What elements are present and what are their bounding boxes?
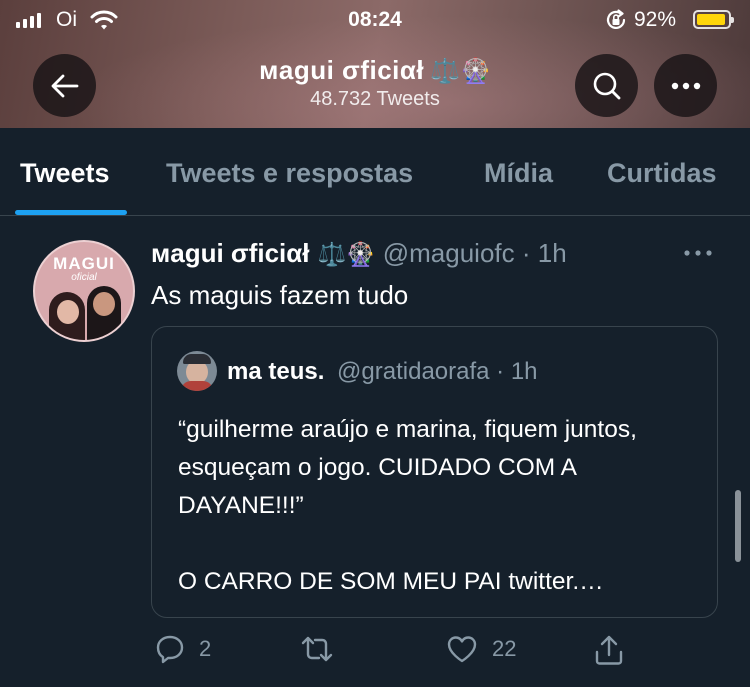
tweet-handle-time[interactable]: @maguiofc · 1h [383, 238, 567, 269]
retweet-icon [301, 636, 333, 662]
profile-header: Oi 08:24 92% ᴍagui σficiαł ⚖️🎡 48.732 Tw… [0, 0, 750, 128]
tweet-actions: 2 22 [0, 634, 750, 678]
quoted-tweet-text: “guilherme araújo e marina, fiquem junto… [178, 416, 637, 595]
tab-tweets-and-replies[interactable]: Tweets e respostas [166, 158, 413, 189]
tab-likes[interactable]: Curtidas [607, 158, 717, 189]
battery-percentage: 92% [634, 8, 677, 31]
share-icon [595, 635, 623, 665]
tweet-more-button[interactable] [683, 244, 713, 262]
tweet-text: As maguis fazem tudo [151, 280, 409, 310]
tweet-author-emoji: ⚖️🎡 [317, 241, 375, 267]
quoted-tweet-header: ma teus. @gratidaorafa · 1h [227, 358, 538, 386]
tab-media[interactable]: Mídia [484, 158, 553, 189]
quoted-author-name: ma teus. [227, 358, 325, 385]
search-button[interactable] [575, 54, 638, 117]
tweet-header: ᴍagui σficiαł ⚖️🎡 @maguiofc · 1h [151, 238, 567, 269]
more-options-button[interactable] [654, 54, 717, 117]
avatar-logo-text: MAGUI [53, 254, 115, 273]
quoted-handle-time: @gratidaorafa · 1h [337, 358, 538, 385]
tab-tweets[interactable]: Tweets [20, 158, 110, 189]
scrollbar[interactable] [735, 490, 741, 562]
avatar-logo-subtext: oficial [71, 272, 97, 283]
heart-icon [447, 636, 477, 663]
profile-tabs: Tweets Tweets e respostas Mídia Curtidas [0, 128, 750, 216]
author-avatar[interactable]: MAGUI oficial [33, 240, 135, 342]
quoted-author-avatar [177, 351, 217, 391]
tweet-author-name[interactable]: ᴍagui σficiαł [151, 238, 309, 269]
active-tab-indicator [15, 210, 127, 215]
rotation-lock-icon [604, 9, 628, 36]
like-count: 22 [492, 636, 517, 661]
reply-count: 2 [199, 636, 212, 661]
profile-emoji: ⚖️🎡 [430, 58, 491, 85]
more-horizontal-icon [684, 250, 712, 256]
like-button[interactable]: 22 [446, 634, 516, 664]
tweet-count: 48.732 Tweets [310, 88, 440, 110]
profile-name: ᴍagui σficiαł [259, 55, 425, 85]
retweet-button[interactable] [300, 634, 348, 664]
reply-button[interactable]: 2 [155, 634, 211, 664]
quoted-tweet[interactable]: ma teus. @gratidaorafa · 1h “guilherme a… [151, 326, 718, 618]
share-button[interactable] [594, 634, 624, 666]
reply-icon [156, 635, 184, 664]
more-horizontal-icon [671, 82, 700, 89]
battery-icon [693, 10, 734, 29]
search-icon [593, 72, 620, 99]
status-bar: Oi 08:24 92% [0, 0, 750, 40]
